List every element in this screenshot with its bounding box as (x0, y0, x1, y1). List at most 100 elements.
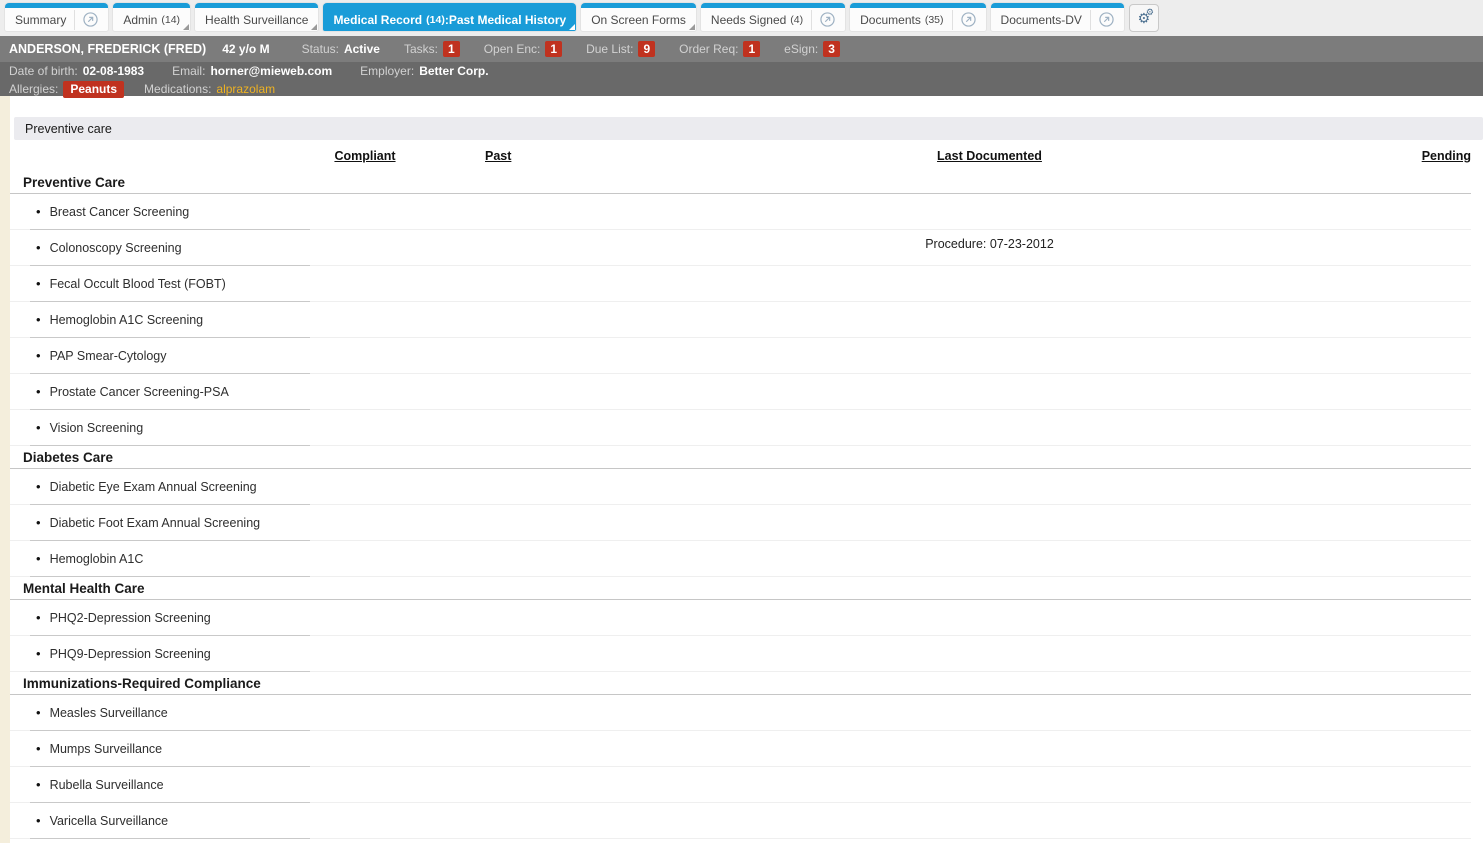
due-list-label: Due List: (586, 42, 634, 56)
esign-count-badge[interactable]: 3 (823, 41, 840, 57)
page-background: Preventive care Compliant Past Last Docu… (0, 96, 1483, 843)
last-documented-cell (580, 410, 1399, 417)
last-documented-cell (580, 636, 1399, 643)
allergy-badge[interactable]: Peanuts (63, 81, 125, 98)
bullet-icon: • (36, 551, 41, 566)
patient-age-sex: 42 y/o M (222, 42, 270, 56)
employer-label: Employer: (360, 64, 415, 78)
tasks-label: Tasks: (403, 42, 438, 56)
tab-count: (14) (161, 13, 181, 26)
table-row[interactable]: • Colonoscopy Screening Procedure: 07-23-… (10, 230, 1471, 266)
bullet-icon: • (36, 705, 41, 720)
dob-value: 02-08-1983 (82, 64, 145, 78)
bullet-icon: • (36, 204, 41, 219)
tab-count: (35) (924, 13, 944, 26)
bullet-icon: • (36, 610, 41, 625)
tab-label: On Screen Forms (591, 12, 686, 27)
measure-name: Measles Surveillance (49, 705, 168, 720)
bullet-icon: • (36, 384, 41, 399)
open-enc-count-badge[interactable]: 1 (545, 41, 563, 57)
external-link-icon[interactable] (1089, 9, 1114, 30)
patient-name: ANDERSON, FREDERICK (FRED) (9, 42, 207, 56)
table-row[interactable]: •Hepatitis B Surveillance (10, 839, 1471, 843)
tab-on-screen-forms[interactable]: On Screen Forms (581, 3, 696, 31)
table-row[interactable]: • Diabetic Foot Exam Annual Screening (10, 505, 1471, 541)
external-link-icon[interactable] (951, 9, 976, 30)
email-value: horner@mieweb.com (210, 64, 333, 78)
allergies-label: Allergies: (9, 82, 59, 96)
external-link-icon[interactable] (811, 9, 835, 30)
open-enc-label: Open Enc: (483, 42, 541, 56)
tab-bar: Summary Admin (14) Health Surveillance M… (0, 0, 1483, 36)
content-panel: Preventive care Compliant Past Last Docu… (10, 96, 1483, 843)
tab-documents[interactable]: Documents (35) (850, 3, 986, 31)
measure-name: Mumps Surveillance (49, 741, 163, 756)
tasks-count-badge[interactable]: 1 (443, 41, 460, 57)
section-header: Preventive care (14, 117, 1483, 140)
due-list-count-badge[interactable]: 9 (638, 41, 656, 57)
table-row[interactable]: • Fecal Occult Blood Test (FOBT) (10, 266, 1471, 302)
order-req-label: Order Req: (679, 42, 739, 56)
esign-label: eSign: (784, 42, 819, 56)
table-row[interactable]: • Varicella Surveillance (10, 803, 1471, 839)
last-documented-cell (580, 600, 1399, 607)
bullet-icon: • (36, 479, 41, 494)
tab-summary[interactable]: Summary (5, 3, 109, 31)
employer-value: Better Corp. (419, 64, 489, 78)
table-row[interactable]: • Mumps Surveillance (10, 731, 1471, 767)
bullet-icon: • (36, 420, 41, 435)
column-header-past[interactable]: Past (430, 149, 580, 163)
measure-name: Rubella Surveillance (49, 777, 164, 792)
tab-health-surveillance[interactable]: Health Surveillance (195, 3, 319, 31)
bullet-icon: • (36, 741, 41, 756)
external-link-icon[interactable] (74, 9, 99, 30)
table-row[interactable]: • Hemoglobin A1C (10, 541, 1471, 577)
measure-name: Vision Screening (49, 420, 144, 435)
tab-documents-dv[interactable]: Documents-DV (990, 3, 1124, 31)
tab-medical-record[interactable]: Medical Record (14) :Past Medical Histor… (323, 3, 577, 31)
patient-header-bar: ANDERSON, FREDERICK (FRED) 42 y/o M Stat… (0, 36, 1483, 62)
section-title: Preventive care (25, 121, 112, 136)
table-row[interactable]: • Diabetic Eye Exam Annual Screening (10, 469, 1471, 505)
last-documented-cell (580, 695, 1399, 702)
status-label: Status: (301, 42, 339, 56)
last-documented-cell (580, 374, 1399, 381)
table-row[interactable]: • Measles Surveillance (10, 695, 1471, 731)
table-row[interactable]: • PAP Smear-Cytology (10, 338, 1471, 374)
table-row[interactable]: • Rubella Surveillance (10, 767, 1471, 803)
group-header: Diabetes Care (10, 446, 1471, 469)
tab-label: Health Surveillance (205, 12, 309, 27)
measure-name: PAP Smear-Cytology (49, 348, 167, 363)
settings-button[interactable]: ⚙ ⚙ (1128, 4, 1159, 32)
measure-name: Diabetic Eye Exam Annual Screening (49, 479, 257, 494)
column-header-pending[interactable]: Pending (1399, 149, 1471, 163)
table-row[interactable]: • Prostate Cancer Screening-PSA (10, 374, 1471, 410)
dob-label: Date of birth: (9, 64, 78, 78)
column-header-compliant[interactable]: Compliant (300, 149, 430, 163)
bullet-icon: • (36, 646, 41, 661)
table-row[interactable]: • Vision Screening (10, 410, 1471, 446)
measure-name: Fecal Occult Blood Test (FOBT) (49, 276, 226, 291)
table-header-row: Compliant Past Last Documented Pending (10, 149, 1471, 171)
medication-value[interactable]: alprazolam (216, 82, 275, 97)
bullet-icon: • (36, 276, 41, 291)
tab-label: Admin (123, 12, 158, 27)
last-documented-cell: Procedure: 07-23-2012 (925, 237, 1054, 251)
table-row[interactable]: • PHQ9-Depression Screening (10, 636, 1471, 672)
table-row[interactable]: • PHQ2-Depression Screening (10, 600, 1471, 636)
column-header-last-documented[interactable]: Last Documented (580, 149, 1399, 163)
email-label: Email: (172, 64, 206, 78)
tab-count: (4) (790, 13, 804, 26)
bullet-icon: • (36, 240, 41, 255)
tab-sublabel: :Past Medical History (444, 12, 567, 27)
last-documented-cell (580, 541, 1399, 548)
tab-needs-signed[interactable]: Needs Signed (4) (700, 3, 846, 31)
tab-admin[interactable]: Admin (14) (113, 3, 191, 31)
measure-name: Prostate Cancer Screening-PSA (49, 384, 229, 399)
patient-info-bar: Date of birth: 02-08-1983 Email: horner@… (0, 62, 1483, 98)
table-row[interactable]: • Breast Cancer Screening (10, 194, 1471, 230)
order-req-count-badge[interactable]: 1 (743, 41, 761, 57)
table-row[interactable]: • Hemoglobin A1C Screening (10, 302, 1471, 338)
last-documented-cell (580, 266, 1399, 273)
measure-name: PHQ9-Depression Screening (49, 646, 211, 661)
